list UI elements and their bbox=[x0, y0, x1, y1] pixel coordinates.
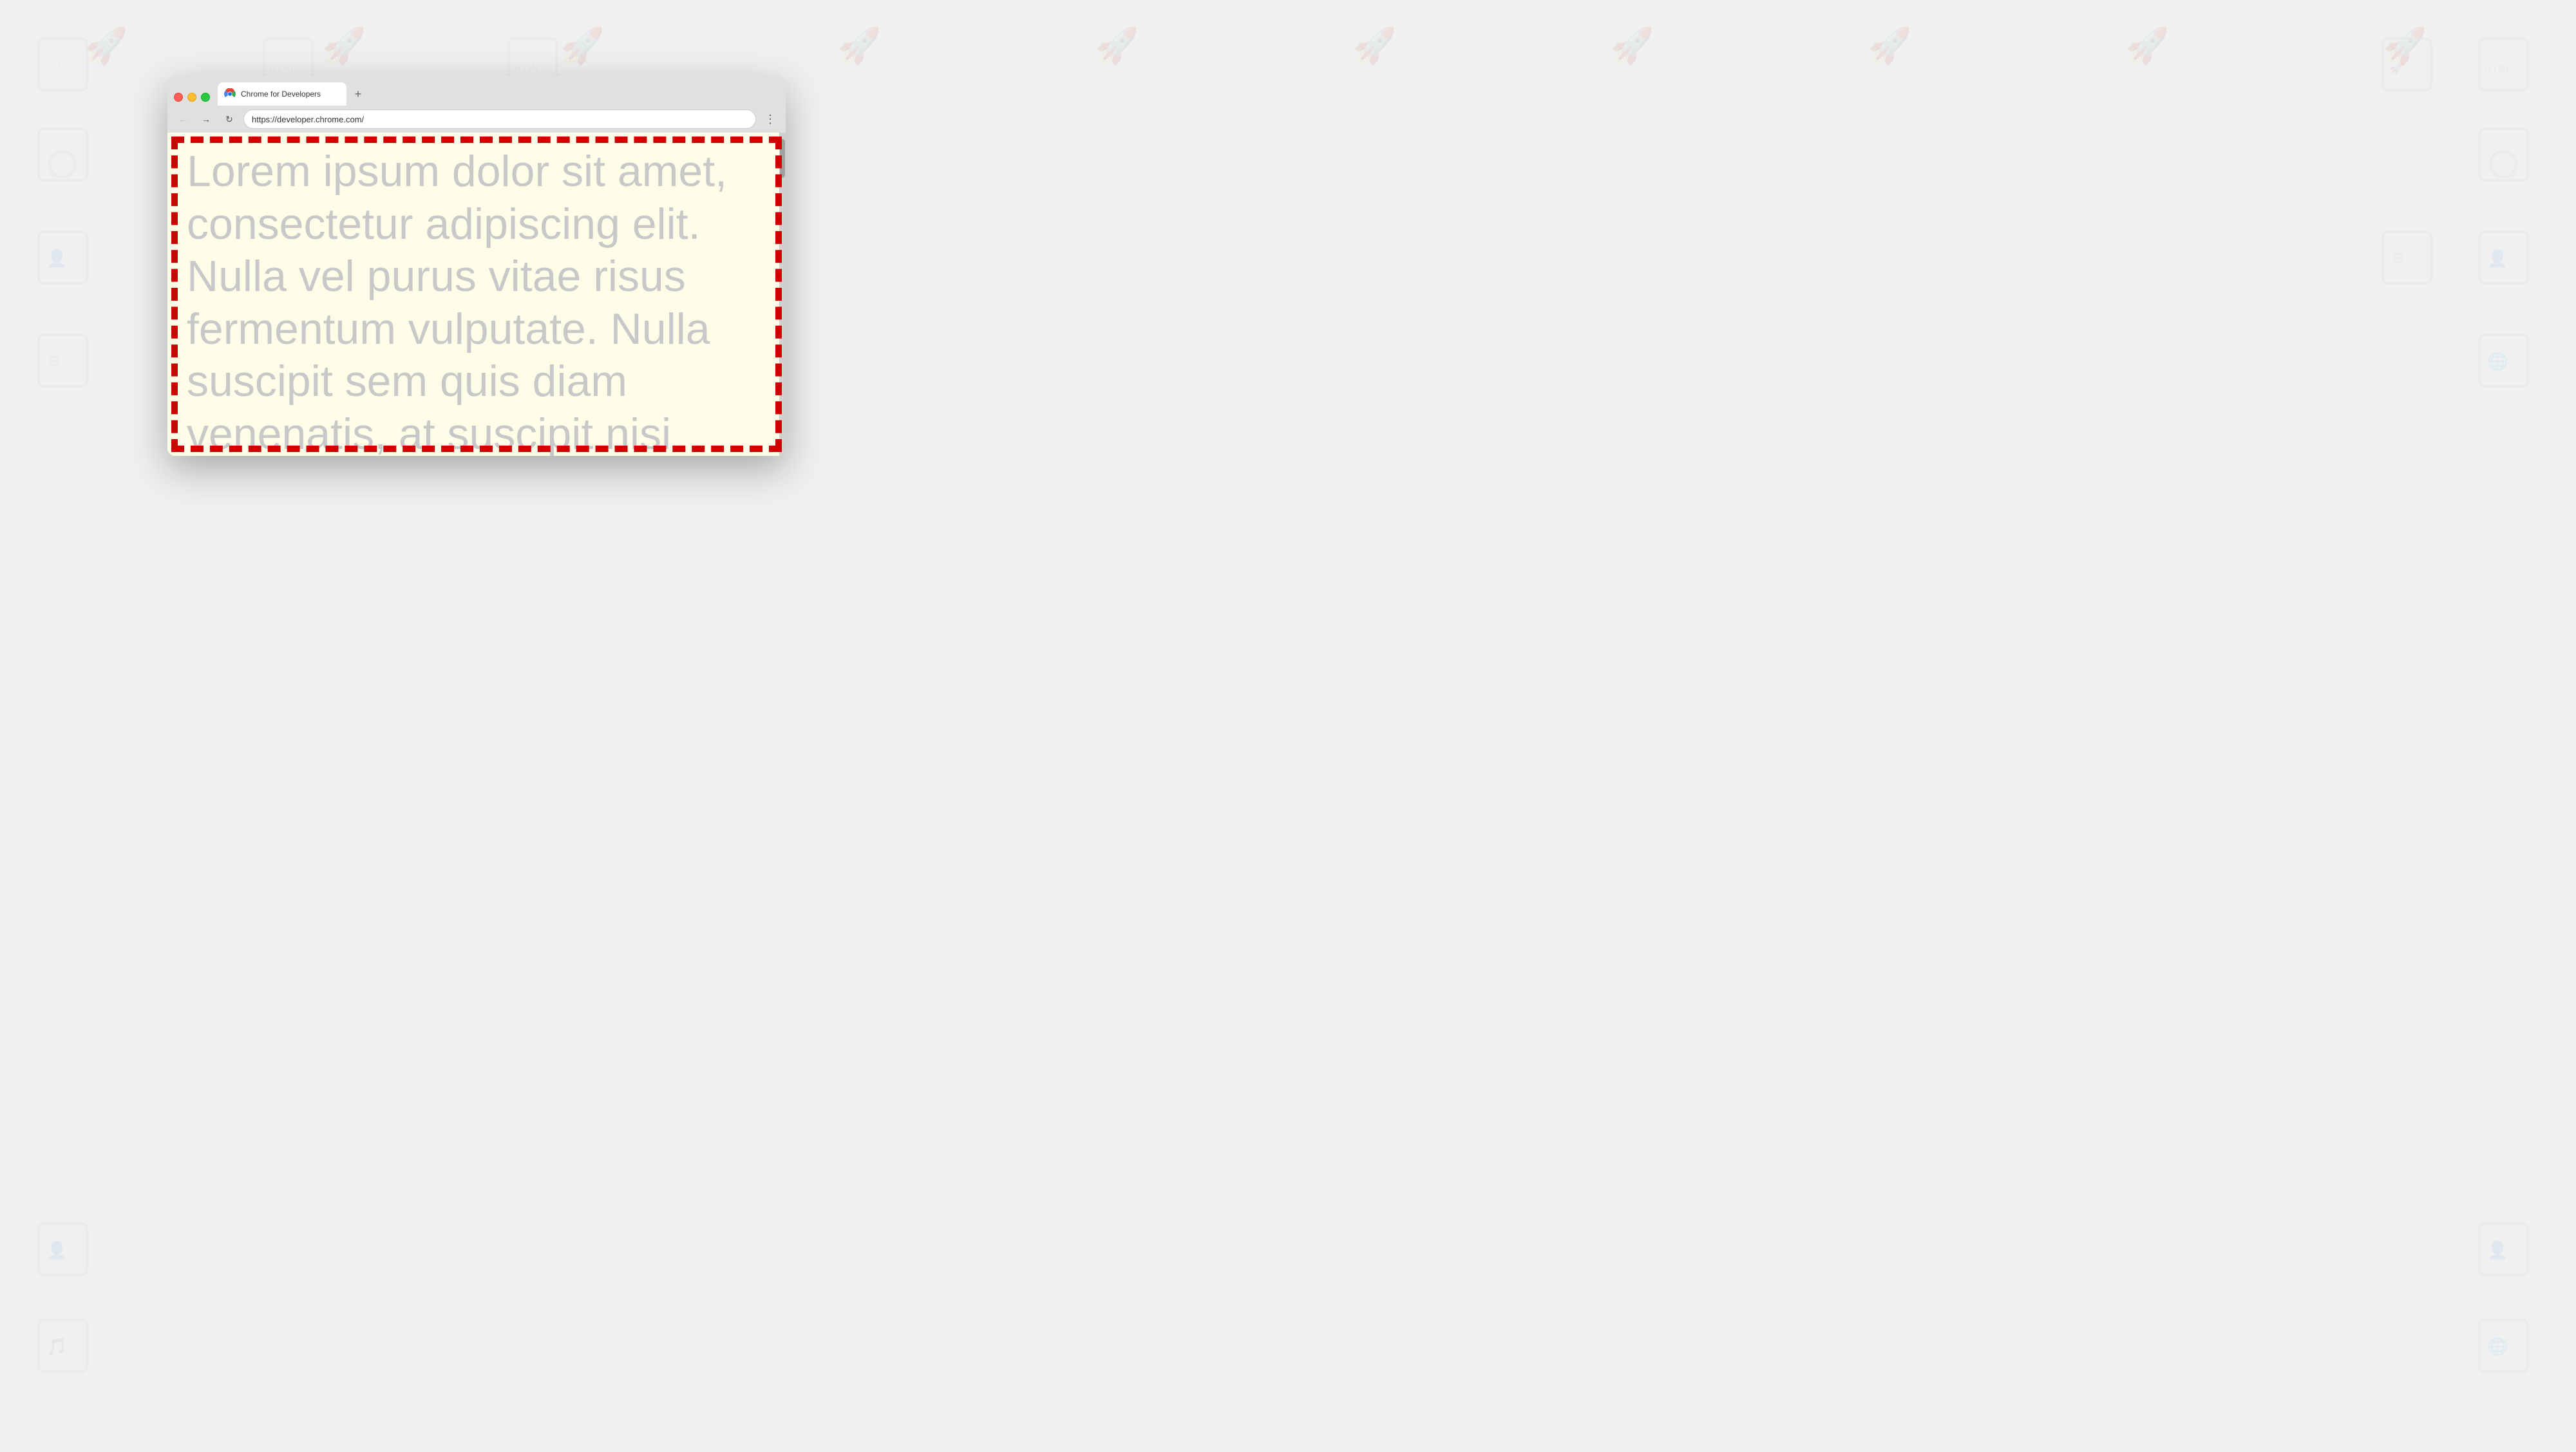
svg-text:🚀: 🚀 bbox=[1095, 26, 1139, 66]
browser-window: Chrome for Developers + ← → ↻ https://de… bbox=[167, 76, 786, 456]
svg-text:👤: 👤 bbox=[2487, 1240, 2508, 1259]
svg-text:🚀: 🚀 bbox=[837, 26, 881, 66]
scrollbar-thumb[interactable] bbox=[780, 139, 785, 178]
forward-button[interactable]: → bbox=[197, 110, 215, 128]
svg-text:👤: 👤 bbox=[46, 1240, 67, 1259]
svg-text:🚀: 🚀 bbox=[322, 26, 366, 66]
back-button[interactable]: ← bbox=[174, 110, 192, 128]
address-bar[interactable]: https://developer.chrome.com/ bbox=[243, 109, 756, 129]
title-bar: Chrome for Developers + ← → ↻ https://de… bbox=[167, 76, 786, 133]
svg-text:🚀: 🚀 bbox=[2125, 26, 2169, 66]
tab-title: Chrome for Developers bbox=[241, 90, 337, 99]
scrollbar[interactable] bbox=[779, 133, 786, 456]
svg-text:⚙: ⚙ bbox=[2391, 249, 2405, 268]
svg-text:HTML: HTML bbox=[269, 63, 297, 76]
menu-icon: ⋮ bbox=[764, 113, 776, 126]
tab-bar: Chrome for Developers + bbox=[167, 76, 786, 106]
page-content: Lorem ipsum dolor sit amet, consectetur … bbox=[167, 133, 786, 456]
svg-text:HTML: HTML bbox=[514, 63, 542, 76]
lorem-ipsum-text: Lorem ipsum dolor sit amet, consectetur … bbox=[167, 133, 786, 456]
forward-icon: → bbox=[202, 114, 211, 124]
chrome-favicon-icon bbox=[224, 88, 236, 100]
minimize-button[interactable] bbox=[187, 93, 196, 102]
reload-icon: ↻ bbox=[225, 114, 233, 125]
menu-button[interactable]: ⋮ bbox=[761, 110, 779, 128]
url-text: https://developer.chrome.com/ bbox=[252, 115, 364, 124]
back-icon: ← bbox=[178, 114, 187, 124]
svg-text:🌐: 🌐 bbox=[2487, 352, 2508, 371]
traffic-lights bbox=[174, 93, 210, 106]
svg-text:👤: 👤 bbox=[2487, 249, 2508, 268]
svg-text:🚀: 🚀 bbox=[1610, 26, 1654, 66]
maximize-button[interactable] bbox=[201, 93, 210, 102]
svg-text:🚀: 🚀 bbox=[2383, 26, 2427, 66]
svg-text:HTML: HTML bbox=[2485, 63, 2512, 76]
svg-text:👤: 👤 bbox=[46, 249, 67, 268]
svg-text:🚀: 🚀 bbox=[560, 26, 604, 66]
browser-tab[interactable]: Chrome for Developers bbox=[218, 82, 346, 106]
reload-button[interactable]: ↻ bbox=[220, 110, 238, 128]
svg-text:</>: </> bbox=[46, 61, 70, 75]
svg-text:🚀: 🚀 bbox=[2389, 61, 2403, 75]
svg-text:🚀: 🚀 bbox=[1352, 26, 1396, 66]
new-tab-button[interactable]: + bbox=[349, 85, 367, 103]
svg-text:⚙: ⚙ bbox=[46, 352, 61, 371]
toolbar: ← → ↻ https://developer.chrome.com/ ⋮ bbox=[167, 106, 786, 133]
svg-text:🎵: 🎵 bbox=[46, 1337, 67, 1356]
svg-text:🚀: 🚀 bbox=[1868, 26, 1911, 66]
svg-text:🚀: 🚀 bbox=[84, 26, 128, 66]
svg-text:🌐: 🌐 bbox=[2487, 1337, 2508, 1356]
plus-icon: + bbox=[355, 88, 362, 101]
close-button[interactable] bbox=[174, 93, 183, 102]
